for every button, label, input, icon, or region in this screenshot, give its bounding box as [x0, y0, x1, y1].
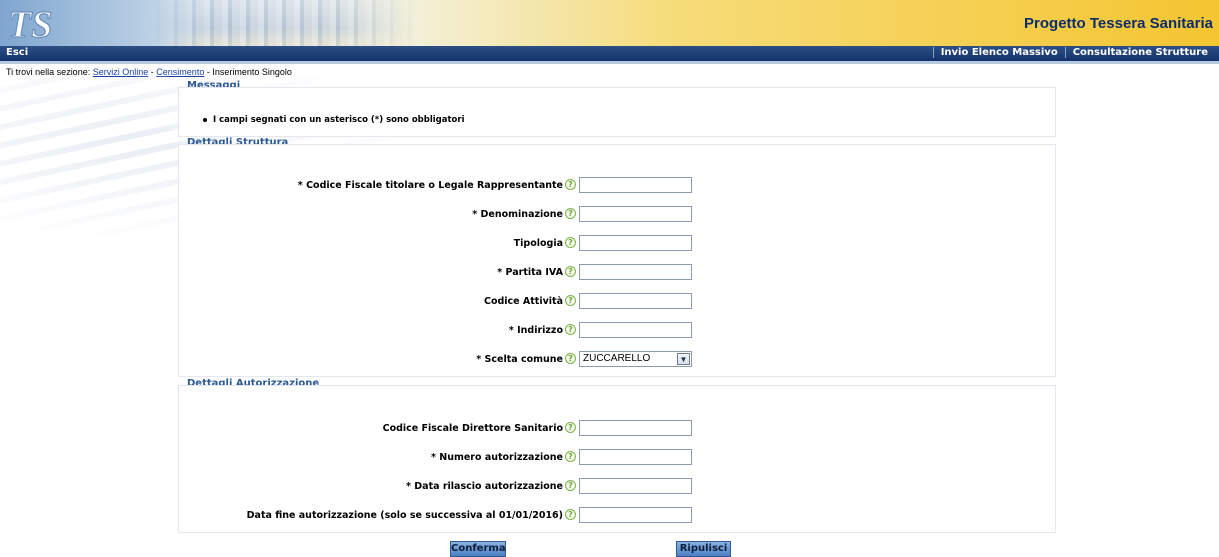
- help-icon[interactable]: ?: [565, 480, 576, 491]
- logout-link[interactable]: Esci: [6, 47, 28, 58]
- data-fine-input[interactable]: [579, 507, 692, 523]
- label-tipologia: Tipologia: [513, 238, 563, 249]
- messages-panel: [178, 87, 1056, 137]
- help-icon[interactable]: ?: [565, 237, 576, 248]
- label-data-rilascio: * Data rilascio autorizzazione: [406, 481, 563, 492]
- codice-fiscale-direttore-input[interactable]: [579, 420, 692, 436]
- label-data-fine: Data fine autorizzazione (solo se succes…: [246, 510, 563, 521]
- help-icon[interactable]: ?: [565, 208, 576, 219]
- label-codice-fiscale-direttore: Codice Fiscale Direttore Sanitario: [382, 423, 563, 434]
- codice-fiscale-titolare-input[interactable]: [579, 177, 692, 193]
- help-icon[interactable]: ?: [565, 324, 576, 335]
- label-codice-fiscale-titolare: * Codice Fiscale titolare o Legale Rappr…: [297, 180, 563, 191]
- nav-link-invio-elenco-massivo[interactable]: Invio Elenco Massivo: [932, 47, 1065, 58]
- nav-link-consultazione-strutture[interactable]: Consultazione Strutture: [1064, 47, 1215, 58]
- messages-list: I campi segnati con un asterisco (*) son…: [203, 115, 465, 125]
- help-icon[interactable]: ?: [565, 509, 576, 520]
- svg-text:TS: TS: [8, 4, 52, 43]
- ts-logo-icon: TS: [7, 3, 52, 43]
- partita-iva-input[interactable]: [579, 264, 692, 280]
- help-icon[interactable]: ?: [565, 353, 576, 364]
- app-title: Progetto Tessera Sanitaria: [1024, 15, 1213, 32]
- help-icon[interactable]: ?: [565, 422, 576, 433]
- label-scelta-comune: * Scelta comune: [476, 354, 563, 365]
- tipologia-input[interactable]: [579, 235, 692, 251]
- help-icon[interactable]: ?: [565, 295, 576, 306]
- indirizzo-input[interactable]: [579, 322, 692, 338]
- scelta-comune-select[interactable]: ZUCCARELLO ▼: [579, 351, 692, 367]
- top-nav: Esci Invio Elenco Massivo Consultazione …: [0, 46, 1219, 61]
- help-icon[interactable]: ?: [565, 179, 576, 190]
- header-banner-image: [150, 0, 420, 46]
- numero-autorizzazione-input[interactable]: [579, 449, 692, 465]
- scelta-comune-value: ZUCCARELLO: [583, 353, 651, 364]
- denominazione-input[interactable]: [579, 206, 692, 222]
- bullet-icon: [203, 117, 207, 122]
- nav-divider: [0, 61, 1219, 64]
- confirm-button[interactable]: Conferma: [450, 541, 506, 557]
- chevron-down-icon[interactable]: ▼: [677, 353, 690, 365]
- help-icon[interactable]: ?: [565, 266, 576, 277]
- label-denominazione: * Denominazione: [472, 209, 563, 220]
- app-header: TS Progetto Tessera Sanitaria: [0, 0, 1219, 46]
- reset-button[interactable]: Ripulisci: [676, 541, 731, 557]
- label-indirizzo: * Indirizzo: [508, 325, 563, 336]
- message-item: I campi segnati con un asterisco (*) son…: [213, 115, 465, 125]
- label-partita-iva: * Partita IVA: [497, 267, 563, 278]
- data-rilascio-input[interactable]: [579, 478, 692, 494]
- help-icon[interactable]: ?: [565, 451, 576, 462]
- nav-links: Invio Elenco Massivo Consultazione Strut…: [932, 47, 1215, 58]
- label-codice-attivita: Codice Attività: [483, 296, 563, 307]
- codice-attivita-input[interactable]: [579, 293, 692, 309]
- label-numero-autorizzazione: * Numero autorizzazione: [430, 452, 563, 463]
